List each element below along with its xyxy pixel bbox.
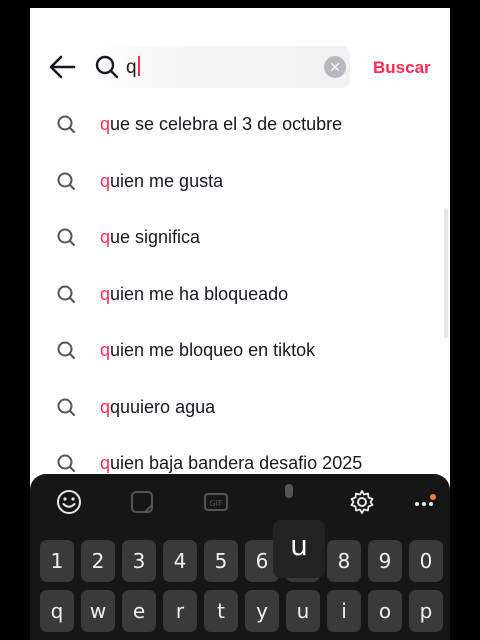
letter-key[interactable]: w [81, 590, 115, 632]
suggestion-rest: ue se celebra el 3 de octubre [110, 114, 343, 134]
letter-row: qwertyuiop [30, 590, 450, 640]
suggestion-match: q [100, 340, 111, 360]
scrollbar[interactable] [444, 208, 448, 338]
letter-key[interactable]: i [327, 590, 361, 632]
number-key[interactable]: 2 [81, 540, 115, 582]
suggestion-text: quien me ha bloqueado [100, 284, 288, 305]
key-press-popup: u [273, 520, 325, 578]
search-button[interactable]: Buscar [373, 58, 431, 78]
sticker-icon[interactable] [128, 488, 156, 516]
clear-search-icon[interactable]: ✕ [324, 56, 346, 78]
number-key[interactable]: 5 [204, 540, 238, 582]
number-row: 1234567890 [30, 540, 450, 590]
keyboard-toolbar: GIF [30, 474, 450, 530]
search-header: q ✕ Buscar [30, 8, 450, 108]
letter-key[interactable]: q [40, 590, 74, 632]
search-input[interactable]: q ✕ [88, 46, 350, 88]
suggestion-text: quien me gusta [100, 171, 223, 192]
suggestion-text: que significa [100, 227, 200, 248]
suggestion-item[interactable]: quien me ha bloqueado [30, 268, 450, 324]
back-arrow-icon[interactable] [44, 51, 84, 83]
on-screen-keyboard: GIF 1234567890 qwertyuio [30, 474, 450, 640]
suggestion-item[interactable]: quien me bloqueo en tiktok [30, 324, 450, 380]
suggestion-text: que se celebra el 3 de octubre [100, 114, 342, 135]
search-icon [54, 395, 80, 421]
suggestion-match: q [100, 114, 111, 134]
mic-icon[interactable] [275, 482, 303, 510]
suggestion-match: q [100, 283, 111, 304]
svg-text:GIF: GIF [209, 499, 223, 508]
suggestion-text: qquuiero agua [100, 397, 215, 418]
letter-key[interactable]: u [286, 590, 320, 632]
gif-icon[interactable]: GIF [202, 488, 230, 516]
suggestion-match: q [100, 170, 111, 191]
number-key[interactable]: 4 [163, 540, 197, 582]
number-key[interactable]: 8 [327, 540, 361, 582]
suggestion-item[interactable]: que significa [30, 211, 450, 267]
suggestion-text: quien me bloqueo en tiktok [100, 340, 315, 361]
letter-key[interactable]: t [204, 590, 238, 632]
search-icon [54, 112, 80, 138]
suggestion-item[interactable]: que se celebra el 3 de octubre [30, 98, 450, 154]
tiktok-search-screen: q ✕ Buscar que se celebra el 3 de octubr… [30, 8, 450, 640]
emoji-icon[interactable] [55, 488, 83, 516]
suggestion-rest: ue significa [110, 227, 201, 247]
letter-key[interactable]: p [409, 590, 443, 632]
letter-key[interactable]: o [368, 590, 402, 632]
number-key[interactable]: 3 [122, 540, 156, 582]
suggestion-text: quien baja bandera desafio 2025 [100, 453, 362, 474]
letter-key[interactable]: r [163, 590, 197, 632]
text-cursor [137, 56, 140, 76]
suggestion-rest: uien me ha bloqueado [110, 283, 289, 304]
suggestion-match: q [100, 453, 111, 473]
number-key[interactable]: 0 [409, 540, 443, 582]
suggestion-item[interactable]: quien me gusta [30, 155, 450, 211]
search-icon [94, 54, 120, 80]
suggestion-rest: quuiero agua [110, 396, 216, 417]
suggestion-item[interactable]: qquuiero agua [30, 381, 450, 437]
number-key[interactable]: 9 [368, 540, 402, 582]
suggestion-match: q [100, 396, 111, 417]
search-icon [54, 169, 80, 195]
settings-icon[interactable] [348, 488, 376, 516]
search-icon [54, 282, 80, 308]
letter-key[interactable]: e [122, 590, 156, 632]
search-icon [54, 338, 80, 364]
notification-dot [430, 494, 436, 500]
suggestion-rest: uien me bloqueo en tiktok [110, 340, 316, 360]
suggestion-rest: uien me gusta [110, 170, 224, 191]
letter-key[interactable]: y [245, 590, 279, 632]
suggestion-match: q [100, 227, 111, 247]
suggestion-rest: uien baja bandera desafio 2025 [110, 453, 363, 473]
search-query-text[interactable]: q [126, 56, 140, 79]
search-icon [54, 225, 80, 251]
more-icon[interactable] [410, 488, 438, 516]
number-key[interactable]: 1 [40, 540, 74, 582]
